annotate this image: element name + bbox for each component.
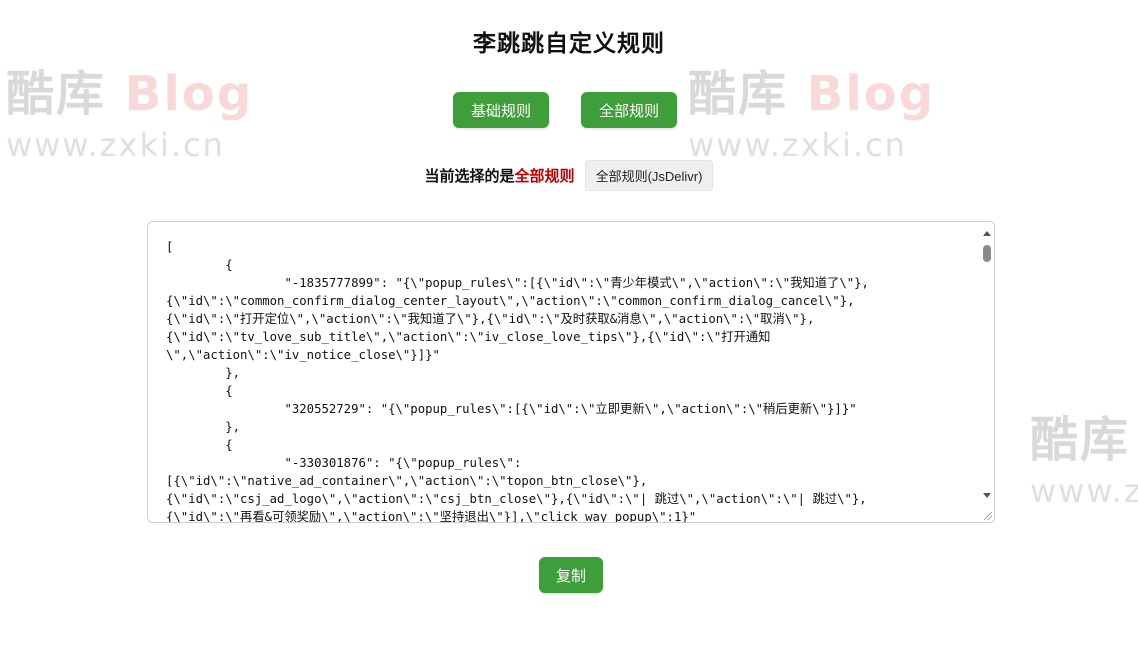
- current-selection: 当前选择的是全部规则 全部规则(JsDelivr): [0, 160, 1138, 191]
- current-selection-label: 当前选择的是: [424, 167, 515, 185]
- current-selection-text: 当前选择的是全部规则: [425, 165, 575, 186]
- page-title: 李跳跳自定义规则: [473, 31, 665, 57]
- rule-type-buttons: 基础规则 全部规则: [0, 92, 1138, 128]
- copy-button[interactable]: 复制: [539, 557, 603, 593]
- basic-rules-button[interactable]: 基础规则: [453, 92, 549, 128]
- source-select[interactable]: 全部规则(JsDelivr): [584, 160, 714, 191]
- textarea-scrollbar[interactable]: [980, 222, 994, 522]
- scroll-up-arrow-icon[interactable]: [983, 231, 991, 236]
- scroll-down-arrow-icon[interactable]: [983, 493, 991, 498]
- scroll-thumb[interactable]: [983, 245, 991, 262]
- all-rules-button[interactable]: 全部规则: [581, 92, 677, 128]
- current-selection-value: 全部规则: [514, 167, 575, 185]
- rules-textarea[interactable]: [ { "-1835777899": "{\"popup_rules\":[{\…: [147, 221, 995, 523]
- watermark-right: 酷库 www.zxki.cn: [1030, 412, 1138, 510]
- resize-handle-icon[interactable]: [984, 512, 992, 520]
- rules-content[interactable]: [ { "-1835777899": "{\"popup_rules\":[{\…: [166, 238, 980, 522]
